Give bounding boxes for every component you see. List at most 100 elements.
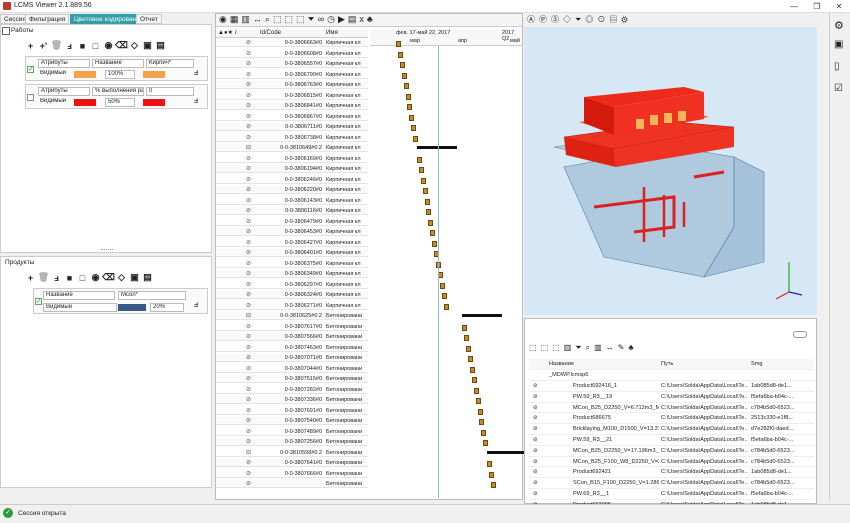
attach-icon[interactable]: ⊘ [533, 435, 538, 445]
add-icon[interactable]: + [25, 272, 36, 283]
gantt-row[interactable]: ⊘ 0-0-3806324#0 Кирпичная кл [216, 291, 368, 300]
eraser-icon[interactable]: ⌫ [115, 40, 128, 51]
rule-1-field3[interactable]: Кирпич* [146, 59, 194, 68]
select2-icon[interactable]: ⬚ [541, 343, 553, 352]
gantt-row[interactable]: ⊘ 0-0-3807617#0 Бетонировани [216, 323, 368, 331]
task-bar[interactable] [426, 209, 432, 215]
task-bar[interactable] [411, 125, 417, 131]
task-bar[interactable] [416, 156, 422, 163]
table-row[interactable]: ⊘ PW.69_R3__1 C:\Users\Solda\AppData\Local… [529, 489, 814, 500]
table-row[interactable]: ⊘ Product686675 C:\Users\Solda\AppData\Loc… [529, 413, 814, 425]
columns-icon[interactable]: ▥ [564, 343, 576, 352]
product-rule-1-brush-icon[interactable]: ⅎ [190, 299, 202, 311]
task-bar[interactable] [407, 104, 413, 110]
camera-icon[interactable]: ◎ [585, 15, 597, 24]
task-bar[interactable] [481, 429, 487, 436]
task-bar[interactable] [405, 93, 411, 100]
eraser-icon[interactable]: ◇ [563, 15, 575, 24]
attach-icon[interactable]: ⊘ [246, 281, 251, 288]
brush-icon[interactable]: ⅎ [64, 40, 75, 51]
attach-icon[interactable]: ⊘ [533, 446, 538, 456]
attach-icon[interactable]: ⊘ [533, 381, 538, 391]
square-filled-icon[interactable]: ■ [64, 272, 75, 283]
attach-icon[interactable]: ⊘ [246, 102, 251, 109]
gantt-row[interactable]: ⊘ 0-0-3807044#0 Бетонировани [216, 365, 368, 373]
gantt-row[interactable]: ⊘ 0-0-3806143#0 Кирпичная кл [216, 197, 368, 205]
eraser2-icon[interactable]: ◇ [129, 40, 140, 51]
table-row[interactable]: ⊘ SCon_B15_F100_D2250_V=1.286m...C:\Users… [529, 478, 814, 489]
table-root-row[interactable]: _MDWP.lcmsp6 [529, 370, 814, 381]
table-row[interactable]: ⊘ MCon_B25_D2250_V=6.712m3_M... C:\Users\S… [529, 403, 814, 414]
attach-icon[interactable]: ⊘ [246, 354, 251, 361]
attach-icon[interactable]: ⊘ [246, 249, 251, 256]
collapse-icon[interactable]: ⊟ [246, 449, 251, 456]
brush-icon[interactable]: ⅎ [51, 272, 62, 283]
product-rule-1-visibility[interactable]: Видимый [43, 303, 117, 312]
collapse-icon[interactable]: ↔ [606, 343, 618, 352]
attach-icon[interactable]: ⊘ [246, 407, 251, 414]
filter-icon[interactable]: ⏷ [575, 15, 585, 24]
task-bar[interactable] [432, 240, 438, 247]
gantt-row[interactable]: ⊘ 0-0-3806479#0 Кирпичная кл [216, 218, 368, 226]
product-rule-1-opacity[interactable]: 20% [150, 303, 184, 312]
square-empty-icon[interactable]: □ [90, 40, 101, 51]
gantt-row[interactable]: ⊘ 0-0-3806220#0 Кирпичная кл [216, 186, 368, 195]
attach-icon[interactable]: ⊘ [246, 165, 251, 172]
attach-icon[interactable]: ⊘ [246, 155, 251, 162]
hierarchy-icon[interactable]: ♣ [628, 343, 637, 352]
attach-icon[interactable]: ⊘ [246, 302, 251, 309]
gantt-row[interactable]: ⊘ 0-0-3806557#0 Кирпичная кл [216, 60, 368, 69]
attach-icon[interactable]: ⊘ [246, 207, 251, 214]
task-bar[interactable] [396, 41, 401, 47]
gantt-row[interactable]: ⊘ 0-0-3807336#0 Бетонировани [216, 396, 368, 405]
pencil-icon[interactable]: ✎ [618, 343, 629, 352]
task-bar[interactable] [439, 282, 445, 289]
attach-icon[interactable]: ⊘ [246, 470, 251, 477]
expand-icon[interactable]: ⬚ [296, 14, 308, 24]
collapse-icon[interactable]: ⊟ [246, 312, 251, 319]
select-text-icon[interactable]: Ⓐ [527, 15, 539, 24]
tab-filter[interactable]: Фильтрация [25, 14, 70, 24]
task-bar[interactable] [420, 177, 426, 184]
delete-icon[interactable]: 🗑 [38, 272, 49, 283]
gantt-row[interactable]: ⊘ 0-0-3806194#0 Кирпичная кл [216, 165, 368, 174]
task-bar[interactable] [430, 230, 436, 236]
task-bar[interactable] [479, 419, 485, 425]
attach-icon[interactable]: ⊘ [246, 50, 251, 57]
task-bar[interactable] [466, 345, 472, 352]
attach-icon[interactable]: ⊘ [246, 365, 251, 372]
product-rule-1-field2[interactable]: Mcon* [118, 291, 186, 300]
task-bar[interactable] [403, 83, 409, 89]
task-bar[interactable] [413, 135, 419, 142]
task-bar[interactable] [488, 471, 494, 478]
table-row[interactable]: ⊘ MCon_B25_F100_W8_D2250_V=2... C:\Users\S… [529, 457, 814, 468]
select-icon[interactable]: ⬚ [273, 14, 285, 24]
gantt-row[interactable]: ⊘ 0-0-3807540#0 Бетонировани [216, 417, 368, 426]
attach-icon[interactable]: ⊘ [246, 375, 251, 382]
3d-view[interactable]: ⒶⓅ③◇⏷◎⊙▤⚙ [524, 13, 817, 315]
rule-2-field2[interactable]: % выполнения раб [92, 87, 144, 96]
attach-icon[interactable]: ⊘ [246, 81, 251, 88]
attach-icon[interactable]: ⊘ [246, 218, 251, 225]
save-icon[interactable]: ▣ [129, 272, 140, 283]
checklist-icon[interactable]: ☑ [834, 83, 843, 94]
table-icon[interactable]: ▦ [230, 14, 242, 24]
report-icon[interactable]: ▤ [609, 15, 621, 24]
select-icon[interactable]: ⬚ [529, 343, 541, 352]
attach-icon[interactable]: ⊘ [246, 480, 251, 487]
col-path[interactable]: Путь [661, 359, 673, 369]
attach-icon[interactable]: ⊘ [246, 386, 251, 393]
summary-bar[interactable] [487, 450, 528, 454]
gantt-row[interactable]: ⊘ 0-0-3807463#0 Бетонировани [216, 344, 368, 352]
id-card-icon[interactable]: ▣ [834, 39, 843, 50]
product-rule-1-color-swatch[interactable] [118, 304, 146, 311]
gantt-row[interactable]: ⊘ 0-0-3806663#0 Кирпичная кл [216, 39, 368, 48]
panel-toggle-icon[interactable] [2, 27, 10, 35]
rule-2-field1[interactable]: Атрибуты [38, 87, 90, 96]
rule-1-visibility[interactable]: Видимый [38, 70, 72, 79]
attach-icon[interactable]: ⊘ [533, 413, 538, 423]
attach-icon[interactable]: ⊘ [246, 71, 251, 78]
attach-icon[interactable]: ⊘ [246, 123, 251, 130]
attach-icon[interactable]: ⊘ [533, 489, 538, 499]
attach-icon[interactable]: ⊘ [246, 134, 251, 141]
